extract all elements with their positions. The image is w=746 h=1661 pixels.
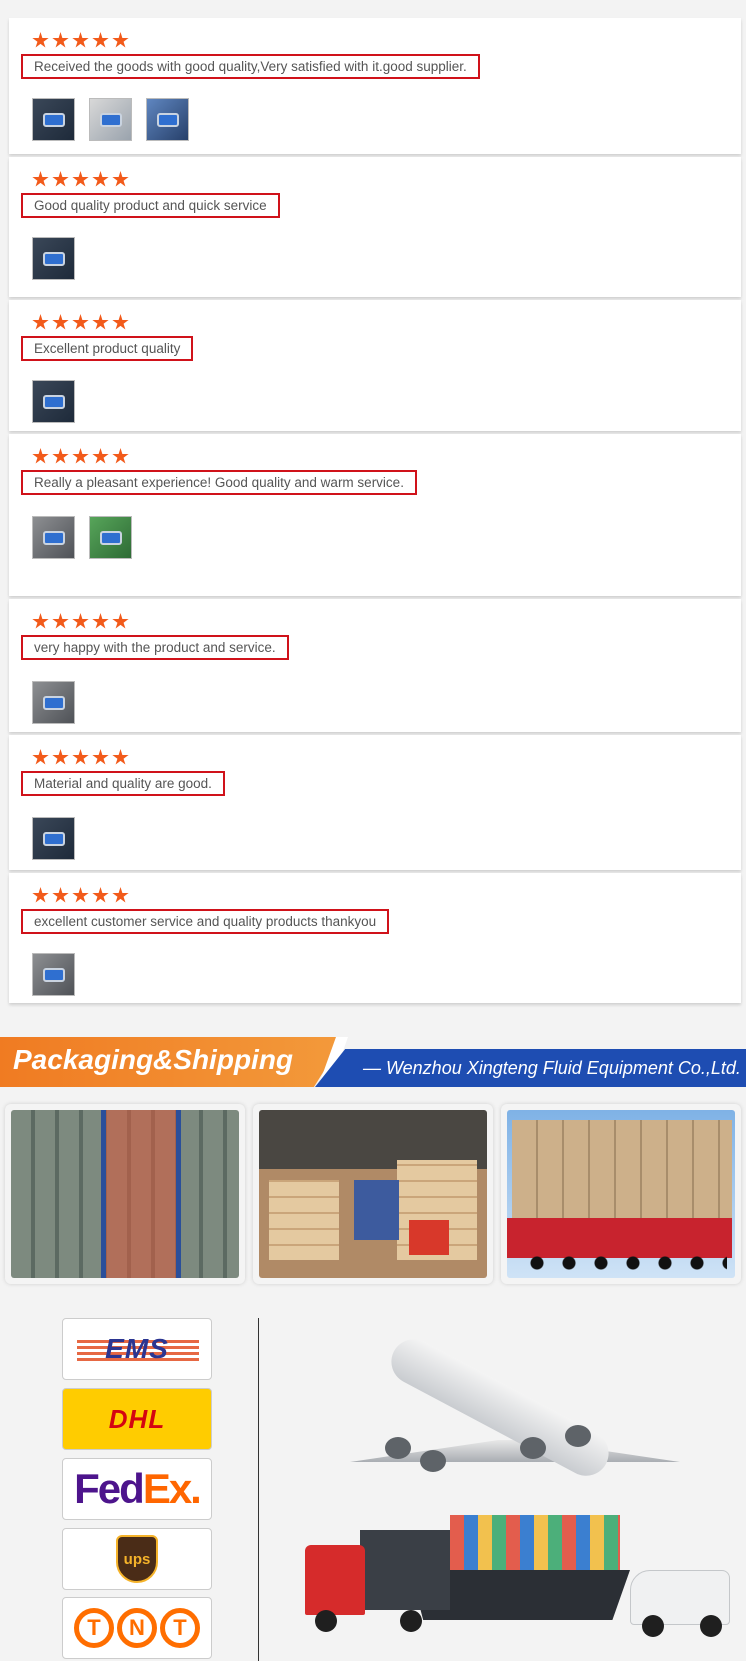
star-icon: [112, 887, 129, 903]
vertical-divider: [258, 1318, 259, 1661]
star-icon: [32, 887, 49, 903]
star-icon: [72, 32, 89, 48]
star-icon: [52, 32, 69, 48]
transport-illustration: [290, 1331, 740, 1655]
packaging-shipping-banner: Packaging&Shipping — Wenzhou Xingteng Fl…: [0, 1037, 746, 1087]
tnt-letter: T: [160, 1608, 200, 1648]
star-icon: [112, 613, 129, 629]
courier-logo-ups: ups: [62, 1528, 212, 1590]
courier-logo-dhl: DHL: [62, 1388, 212, 1450]
star-icon: [32, 749, 49, 765]
review-photo-thumbnail[interactable]: [32, 98, 75, 141]
star-icon: [32, 448, 49, 464]
courier-logo-tnt: T N T: [62, 1597, 212, 1659]
star-icon: [32, 314, 49, 330]
star-rating: [32, 749, 129, 766]
star-rating: [32, 171, 129, 188]
star-icon: [52, 749, 69, 765]
courier-logo-fedex: FedEx.: [62, 1458, 212, 1520]
review-photo-thumbnail[interactable]: [89, 98, 132, 141]
packaging-photo-warehouse-rack: [5, 1104, 245, 1284]
fedex-fed-text: Fed: [74, 1465, 145, 1512]
review-photo-thumbnail[interactable]: [146, 98, 189, 141]
star-icon: [112, 171, 129, 187]
star-icon: [32, 171, 49, 187]
review-card: Excellent product quality: [9, 300, 741, 431]
review-photo-thumbnail[interactable]: [32, 817, 75, 860]
star-icon: [72, 171, 89, 187]
fedex-ex-text: Ex.: [142, 1465, 202, 1512]
engine-icon: [385, 1437, 411, 1459]
star-icon: [52, 171, 69, 187]
star-icon: [32, 613, 49, 629]
review-photo-thumbnail[interactable]: [32, 380, 75, 423]
banner-company-name: — Wenzhou Xingteng Fluid Equipment Co.,L…: [363, 1058, 741, 1078]
star-icon: [72, 887, 89, 903]
review-text: Excellent product quality: [21, 336, 194, 361]
star-icon: [92, 749, 109, 765]
truck-icon: [305, 1545, 365, 1615]
review-photo-thumbnail[interactable]: [32, 953, 75, 996]
star-icon: [92, 613, 109, 629]
wheel: [400, 1610, 422, 1632]
star-icon: [52, 448, 69, 464]
container-stack: [450, 1515, 620, 1571]
engine-icon: [520, 1437, 546, 1459]
review-photo-thumbnail[interactable]: [32, 516, 75, 559]
review-text: Material and quality are good.: [21, 771, 225, 796]
star-icon: [72, 314, 89, 330]
star-rating: [32, 314, 129, 331]
star-icon: [72, 448, 89, 464]
truck-trailer: [360, 1530, 450, 1610]
star-icon: [112, 749, 129, 765]
star-icon: [52, 613, 69, 629]
review-card: Really a pleasant experience! Good quali…: [9, 434, 741, 596]
review-card: excellent customer service and quality p…: [9, 873, 741, 1003]
star-icon: [112, 32, 129, 48]
tnt-letter: N: [117, 1608, 157, 1648]
wheel: [642, 1615, 664, 1637]
dhl-logo-text: DHL: [108, 1403, 166, 1434]
star-icon: [112, 314, 129, 330]
wheel: [315, 1610, 337, 1632]
star-icon: [52, 314, 69, 330]
star-icon: [32, 32, 49, 48]
ups-shield-icon: ups: [116, 1535, 158, 1583]
review-text: very happy with the product and service.: [21, 635, 289, 660]
review-card: Material and quality are good.: [9, 735, 741, 870]
star-icon: [92, 32, 109, 48]
review-text: excellent customer service and quality p…: [21, 909, 390, 934]
star-icon: [72, 613, 89, 629]
banner-title: Packaging&Shipping: [13, 1044, 294, 1075]
engine-icon: [565, 1425, 591, 1447]
star-rating: [32, 887, 129, 904]
tnt-letter: T: [74, 1608, 114, 1648]
star-rating: [32, 32, 129, 49]
star-rating: [32, 613, 129, 630]
star-icon: [92, 314, 109, 330]
star-icon: [92, 887, 109, 903]
packaging-photo-loaded-truck: [501, 1104, 741, 1284]
review-photo-thumbnail[interactable]: [32, 237, 75, 280]
star-icon: [52, 887, 69, 903]
review-card: very happy with the product and service.: [9, 599, 741, 732]
review-card: Received the goods with good quality,Ver…: [9, 18, 741, 154]
star-rating: [32, 448, 129, 465]
ems-logo-text: EMS: [105, 1333, 169, 1364]
review-photo-thumbnail[interactable]: [32, 681, 75, 724]
review-photo-thumbnail[interactable]: [89, 516, 132, 559]
review-text: Good quality product and quick service: [21, 193, 280, 218]
star-icon: [72, 749, 89, 765]
packaging-photo-warehouse-forklift: [253, 1104, 493, 1284]
review-card: Good quality product and quick service: [9, 157, 741, 297]
star-icon: [92, 171, 109, 187]
star-icon: [112, 448, 129, 464]
review-text: Really a pleasant experience! Good quali…: [21, 470, 417, 495]
ups-logo-text: ups: [123, 1550, 151, 1568]
courier-logo-ems: EMS: [62, 1318, 212, 1380]
star-icon: [92, 448, 109, 464]
engine-icon: [420, 1450, 446, 1472]
wheel: [700, 1615, 722, 1637]
review-text: Received the goods with good quality,Ver…: [21, 54, 480, 79]
